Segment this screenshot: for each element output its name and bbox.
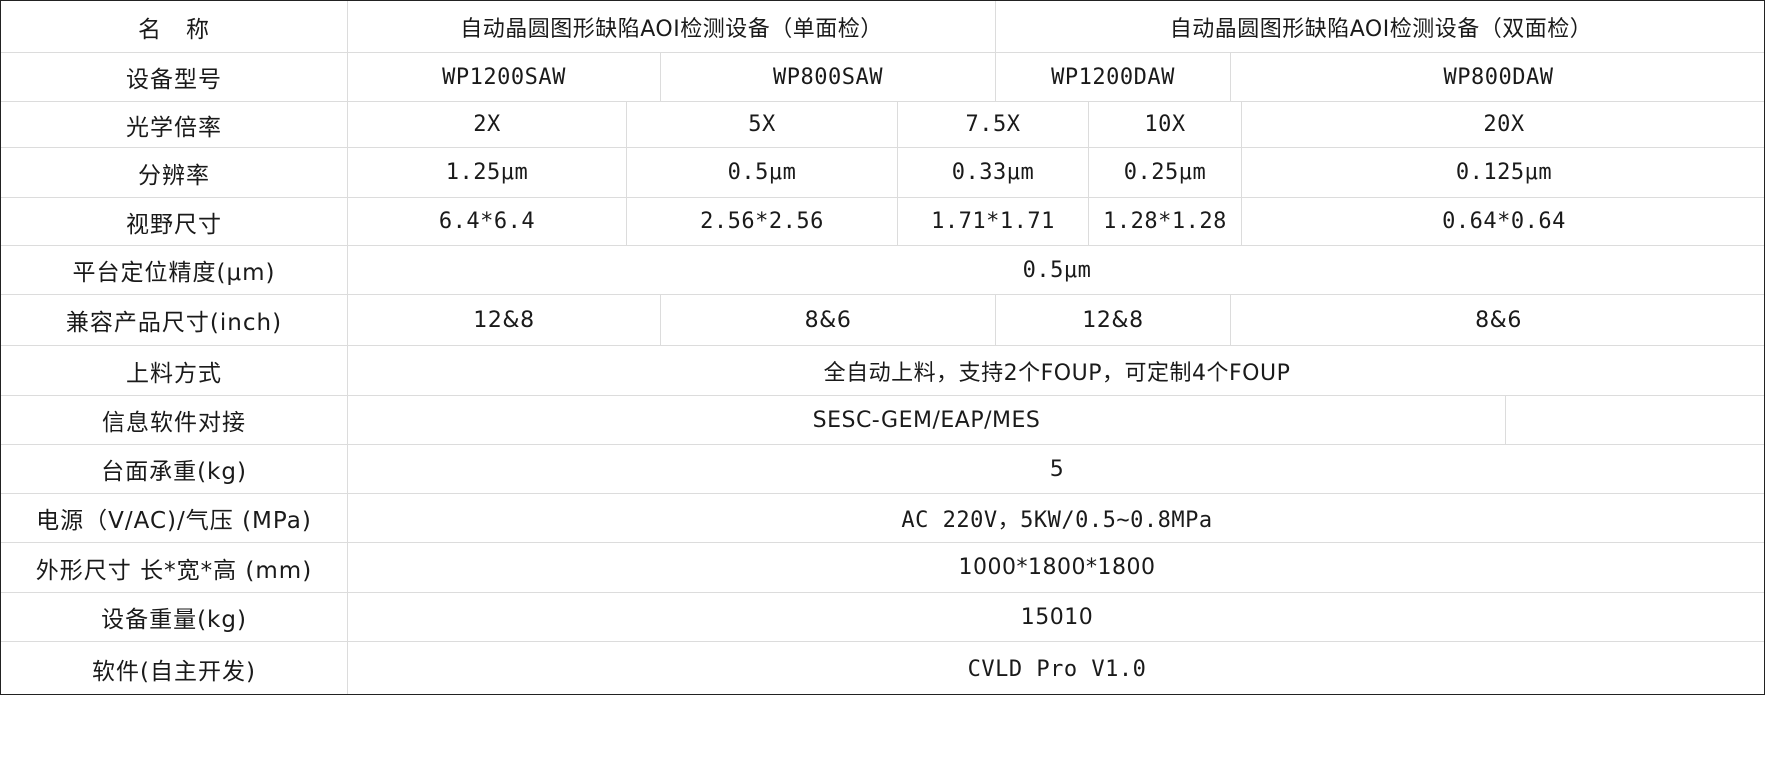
row-label: 信息软件对接: [1, 396, 348, 445]
value-cell: 0.33μm: [898, 148, 1089, 198]
value-cell: 1000*1800*1800: [348, 543, 1764, 593]
value-cell: 12&8: [348, 295, 661, 346]
value-cell: 1.28*1.28: [1089, 198, 1242, 246]
row-label: 光学倍率: [1, 102, 348, 148]
value-cell: WP800DAW: [1231, 53, 1764, 102]
value-cell: 自动晶圆图形缺陷AOI检测设备（单面检）: [348, 1, 996, 53]
row-label: 设备重量(kg): [1, 593, 348, 642]
row-label: 上料方式: [1, 346, 348, 396]
value-cell: 1.71*1.71: [898, 198, 1089, 246]
row-label: 名 称: [1, 1, 348, 53]
value-cell: 8&6: [661, 295, 996, 346]
value-cell: [1506, 396, 1764, 445]
spec-table: 名 称自动晶圆图形缺陷AOI检测设备（单面检） 自动晶圆图形缺陷AOI检测设备（双…: [0, 0, 1765, 695]
row-label: 平台定位精度(μm): [1, 246, 348, 295]
value-cell: 7.5X: [898, 102, 1089, 148]
value-cell: CVLD Pro V1.0: [967, 656, 1147, 682]
value-cell: 1.25μm: [348, 148, 627, 198]
value-cell: 2X: [348, 102, 627, 148]
value-cell: 0.25μm: [1089, 148, 1242, 198]
row-label: 视野尺寸: [1, 198, 348, 246]
value-cell: 6.4*6.4: [348, 198, 627, 246]
value-cell: 8&6: [1231, 295, 1764, 346]
row-label: 电源（V/AC)/气压 (MPa): [1, 494, 348, 543]
value-cell: WP1200SAW: [348, 53, 661, 102]
value-cell: 20X: [1242, 102, 1764, 148]
value-cell: WP1200DAW: [996, 53, 1231, 102]
row-label: 软件(自主开发): [1, 642, 348, 694]
value-cell: 2.56*2.56: [627, 198, 898, 246]
value-cell: 0.5μm: [348, 246, 1764, 295]
value-cell: 5X: [627, 102, 898, 148]
value-cell: 自动晶圆图形缺陷AOI检测设备（双面检）: [996, 1, 1764, 53]
row-label: 设备型号: [1, 53, 348, 102]
value-cell: 全自动上料，支持2个FOUP，可定制4个FOUP: [348, 346, 1764, 396]
value-cell: 0.64*0.64: [1242, 198, 1764, 246]
value-cell: 10X: [1089, 102, 1242, 148]
row-label: 台面承重(kg): [1, 445, 348, 494]
row-label: 分辨率: [1, 148, 348, 198]
value-cell: AC 220V，5KW/0.5~0.8MPa: [348, 494, 1764, 543]
value-cell: 0.5μm: [627, 148, 898, 198]
value-cell: 15010: [348, 593, 1764, 642]
value-cell: WP800SAW: [661, 53, 996, 102]
value-cell: 12&8: [996, 295, 1231, 346]
value-cell: 0.125μm: [1242, 148, 1764, 198]
row-label: 兼容产品尺寸(inch): [1, 295, 348, 346]
value-cell: 5: [348, 445, 1764, 494]
row-label: 外形尺寸 长*宽*高 (mm): [1, 543, 348, 593]
value-cell: SESC-GEM/EAP/MES: [348, 396, 1506, 445]
